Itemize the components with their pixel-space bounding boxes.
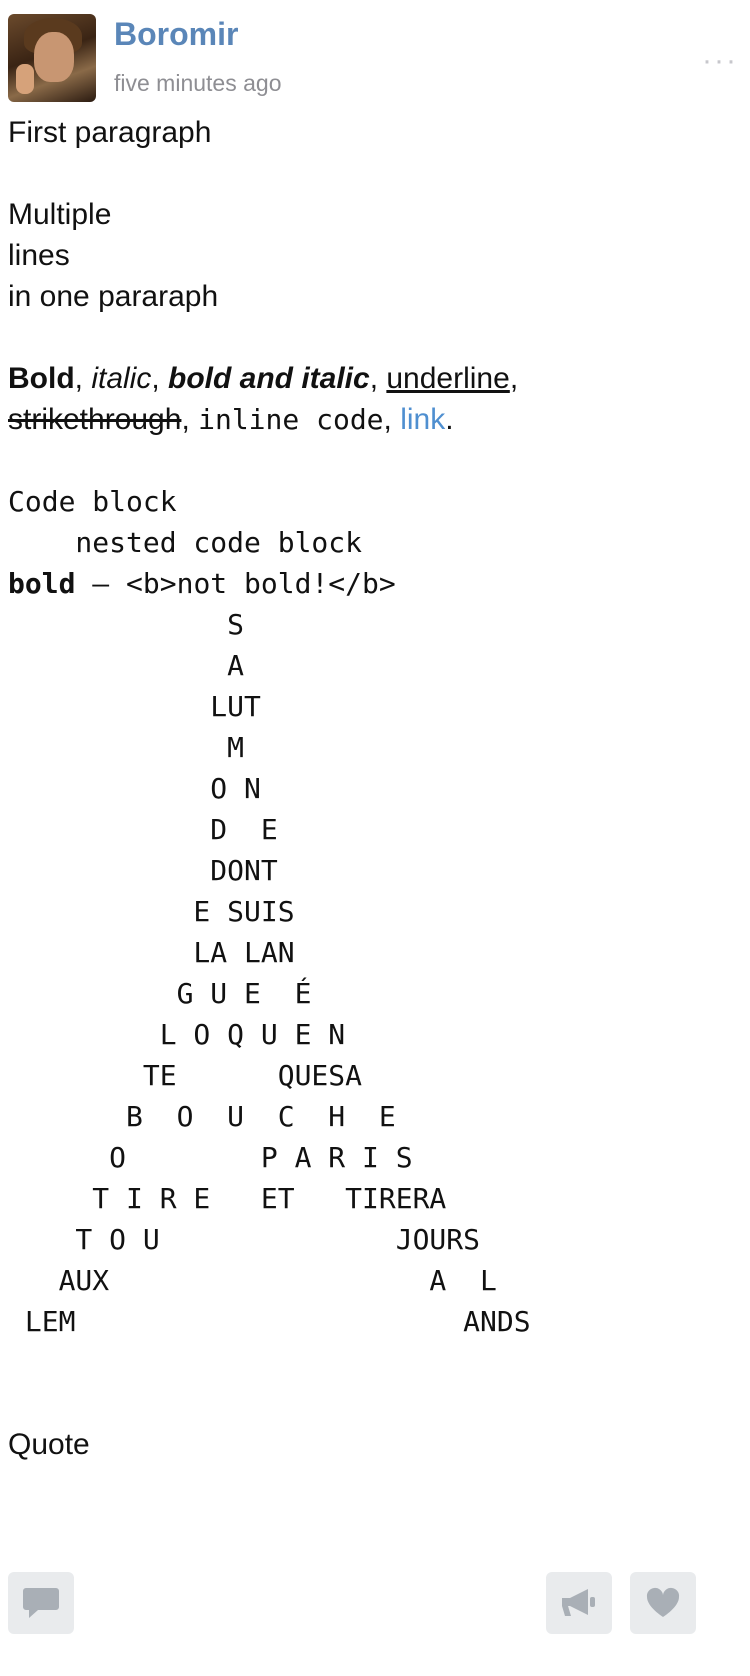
code-not-bold: — <b>not bold!</b> xyxy=(75,567,396,600)
share-button[interactable] xyxy=(546,1572,612,1634)
code-block: Code block nested code block bold — <b>n… xyxy=(8,481,738,1342)
bold-italic-text: bold and italic xyxy=(168,362,370,395)
author-name[interactable]: Boromir xyxy=(114,16,238,53)
underline-text: underline xyxy=(386,362,510,395)
post-time: five minutes ago xyxy=(114,70,282,96)
post-body: First paragraph Multiple lines in one pa… xyxy=(8,112,738,1465)
avatar[interactable] xyxy=(8,14,96,102)
comment-icon xyxy=(23,1588,59,1618)
link[interactable]: link xyxy=(400,403,445,436)
quote-text: Quote xyxy=(8,1428,90,1461)
heart-icon xyxy=(646,1587,680,1617)
formatting-paragraph: Bold, italic, bold and italic, underline… xyxy=(8,362,519,436)
code-line: Code block xyxy=(8,485,177,518)
post-header: Boromir five minutes ago ··· xyxy=(8,14,738,102)
reply-button[interactable] xyxy=(8,1572,74,1634)
code-bold: bold xyxy=(8,567,76,600)
multiline-paragraph: Multiple lines in one pararaph xyxy=(8,198,219,313)
like-button[interactable] xyxy=(630,1572,696,1634)
ascii-tree: S A LUT M O N D E DONT E SUIS LA LAN G U… xyxy=(24,608,531,1338)
bold-text: Bold xyxy=(8,362,75,395)
italic-text: italic xyxy=(91,362,152,395)
first-paragraph: First paragraph xyxy=(8,116,212,149)
more-options-icon[interactable]: ··· xyxy=(702,44,738,78)
nested-code-line: nested code block xyxy=(8,526,363,559)
post-actions xyxy=(8,1572,738,1636)
megaphone-icon xyxy=(562,1589,595,1616)
inline-code: inline code xyxy=(198,403,384,436)
strikethrough-text: strikethrough xyxy=(8,403,182,436)
